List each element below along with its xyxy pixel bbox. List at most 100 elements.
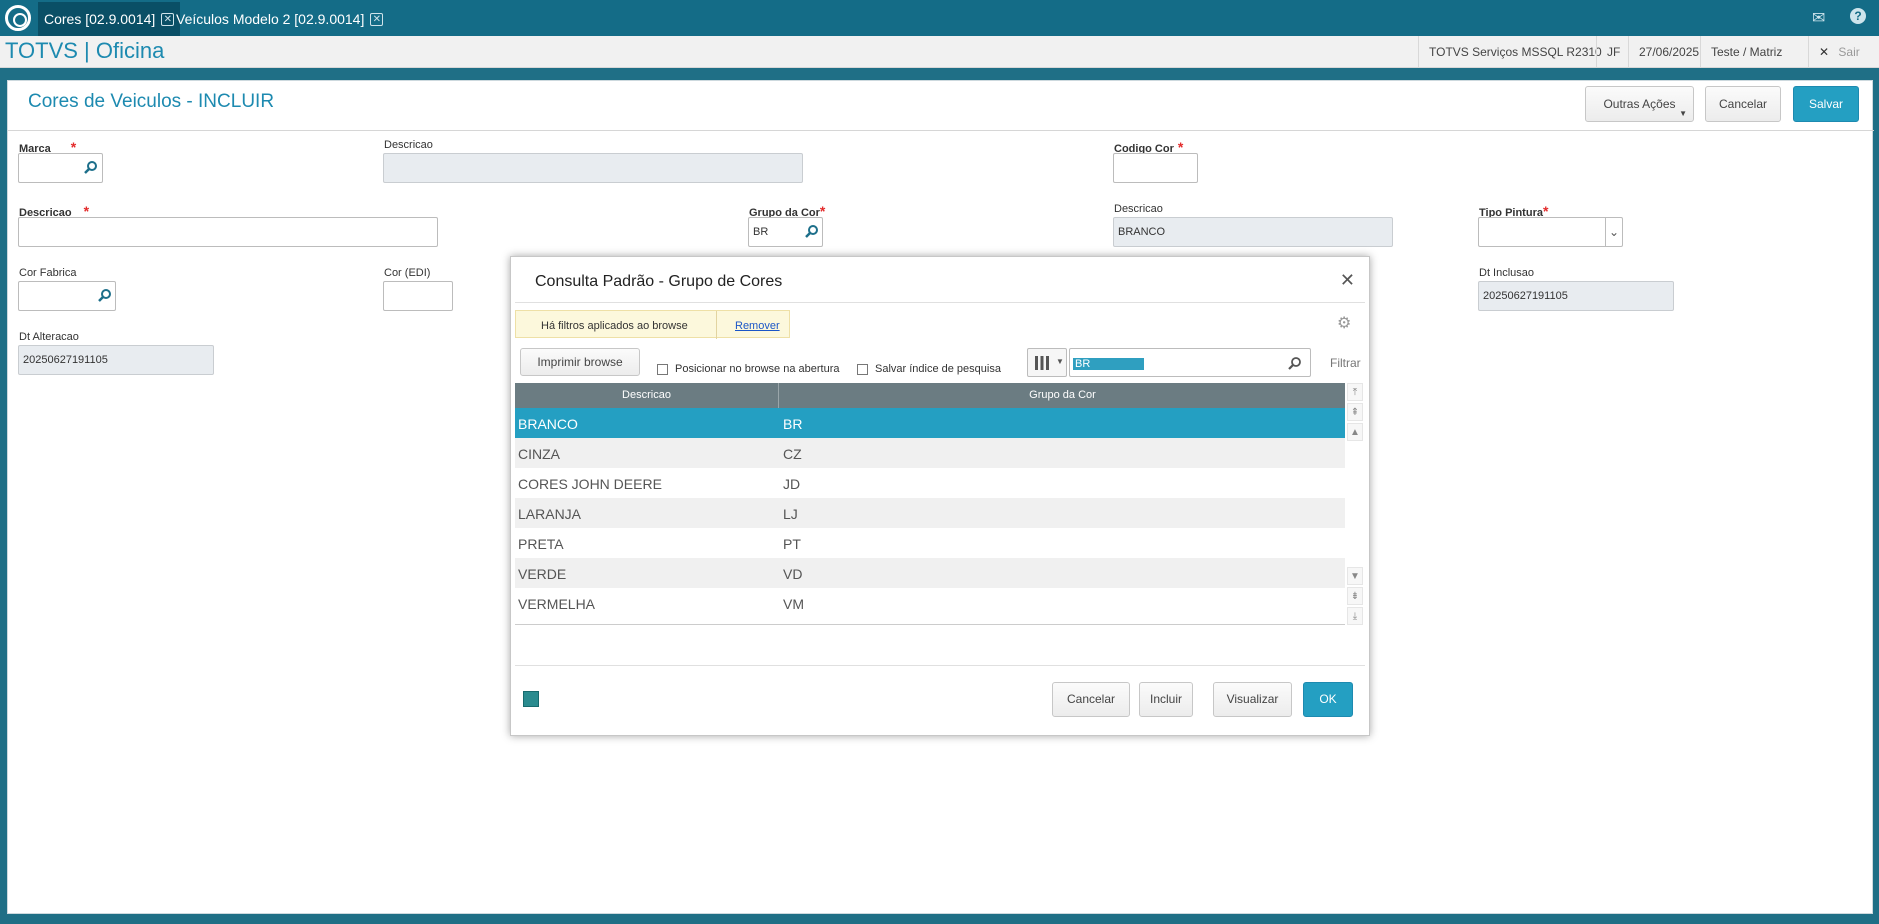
table-scrollbar[interactable]: ⤒ ⇞ ▲ ▼ ⇟ ⤓ bbox=[1347, 383, 1363, 625]
chevron-down-icon: ▼ bbox=[1679, 109, 1687, 118]
column-selector[interactable]: ▼ bbox=[1027, 348, 1067, 377]
checkbox-box[interactable] bbox=[857, 363, 868, 375]
checkbox-box[interactable] bbox=[657, 363, 668, 375]
table-row[interactable]: VERMELHA VM bbox=[515, 588, 1345, 618]
cell-grupo: CZ bbox=[783, 446, 802, 462]
scroll-page-up-button[interactable]: ⇞ bbox=[1347, 403, 1363, 421]
divider bbox=[716, 311, 717, 339]
search-icon[interactable] bbox=[98, 288, 112, 302]
dialog-visualizar-button[interactable]: Visualizar bbox=[1213, 682, 1292, 717]
cell-grupo: JD bbox=[783, 476, 801, 492]
marca-descricao-label: Descricao bbox=[384, 139, 433, 151]
totvs-logo-icon[interactable] bbox=[5, 5, 31, 31]
dt-inclusao-label: Dt Inclusao bbox=[1479, 267, 1535, 279]
search-icon[interactable] bbox=[1288, 356, 1302, 370]
cell-descricao: CINZA bbox=[518, 446, 560, 462]
search-input[interactable]: BR bbox=[1069, 348, 1311, 377]
search-icon[interactable] bbox=[805, 224, 819, 238]
search-icon[interactable] bbox=[84, 160, 98, 174]
search-value: BR bbox=[1073, 358, 1144, 370]
legend-icon[interactable] bbox=[523, 691, 539, 707]
date-info: 27/06/2025 bbox=[1628, 36, 1709, 68]
filtrar-button[interactable]: Filtrar bbox=[1330, 356, 1361, 370]
cor-edi-label: Cor (EDI) bbox=[384, 267, 431, 279]
table-row[interactable]: BRANCO BR bbox=[515, 408, 1345, 438]
dt-alteracao-label: Dt Alteracao bbox=[19, 331, 79, 343]
column-header-descricao[interactable]: Descricao bbox=[515, 383, 779, 408]
filter-notice: Há filtros aplicados ao browse Remover bbox=[515, 310, 790, 339]
gear-icon[interactable]: ⚙ bbox=[1337, 313, 1351, 333]
dt-alteracao-field: 20250627191105 bbox=[18, 345, 214, 375]
app-header: TOTVS | Oficina TOTVS Serviços MSSQL R23… bbox=[0, 36, 1879, 68]
cor-fabrica-label: Cor Fabrica bbox=[19, 267, 77, 279]
outras-acoes-button[interactable]: Outras Ações ▼ bbox=[1585, 86, 1694, 122]
app-title: TOTVS | Oficina bbox=[5, 38, 165, 63]
consulta-padrao-dialog: Consulta Padrão - Grupo de Cores ✕ Há fi… bbox=[510, 256, 1370, 736]
tab-label: Cores [02.9.0014] bbox=[44, 11, 156, 27]
results-table: Descricao Grupo da Cor BRANCO BR CINZA CZ … bbox=[515, 383, 1345, 625]
dialog-incluir-button[interactable]: Incluir bbox=[1139, 682, 1193, 717]
cell-grupo: BR bbox=[783, 416, 803, 432]
help-icon[interactable]: ? bbox=[1850, 8, 1866, 24]
close-icon[interactable]: ✕ bbox=[370, 12, 384, 26]
cancel-button[interactable]: Cancelar bbox=[1705, 86, 1781, 122]
cell-grupo: PT bbox=[783, 536, 801, 552]
table-header: Descricao Grupo da Cor bbox=[515, 383, 1345, 408]
column-header-grupo[interactable]: Grupo da Cor bbox=[780, 383, 1345, 408]
posicionar-label: Posicionar no browse na abertura bbox=[675, 363, 840, 375]
form-header: Cores de Veiculos - INCLUIR Outras Ações… bbox=[8, 81, 1874, 131]
scroll-bottom-button[interactable]: ⤓ bbox=[1347, 607, 1363, 625]
dt-inclusao-field: 20250627191105 bbox=[1478, 281, 1674, 311]
columns-icon bbox=[1035, 356, 1049, 370]
divider bbox=[515, 302, 1365, 303]
cell-descricao: VERMELHA bbox=[518, 596, 596, 612]
cell-grupo: VD bbox=[783, 566, 803, 582]
imprimir-browse-button[interactable]: Imprimir browse bbox=[520, 348, 640, 376]
table-row[interactable]: CORES JOHN DEERE JD bbox=[515, 468, 1345, 498]
table-row[interactable]: CINZA CZ bbox=[515, 438, 1345, 468]
tab-cores[interactable]: Cores [02.9.0014] ✕ bbox=[38, 2, 181, 36]
codigo-cor-input[interactable] bbox=[1113, 153, 1198, 183]
dialog-ok-button[interactable]: OK bbox=[1303, 682, 1353, 717]
remover-link[interactable]: Remover bbox=[735, 320, 780, 332]
salvar-indice-label: Salvar índice de pesquisa bbox=[875, 363, 1001, 375]
table-row[interactable]: LARANJA LJ bbox=[515, 498, 1345, 528]
cell-descricao: CORES JOHN DEERE bbox=[518, 476, 662, 492]
branch-info: Teste / Matriz bbox=[1700, 36, 1792, 68]
table-row[interactable]: VERDE VD bbox=[515, 558, 1345, 588]
outras-acoes-label: Outras Ações bbox=[1603, 97, 1676, 111]
cell-descricao: BRANCO bbox=[518, 416, 578, 432]
chevron-down-icon: ▼ bbox=[1056, 357, 1064, 366]
dialog-title: Consulta Padrão - Grupo de Cores bbox=[535, 273, 783, 290]
scroll-up-button[interactable]: ▲ bbox=[1347, 423, 1363, 441]
divider bbox=[515, 665, 1365, 666]
mail-icon[interactable]: ✉ bbox=[1812, 8, 1825, 28]
cell-grupo: VM bbox=[783, 596, 804, 612]
logout-button[interactable]: ✕ Sair bbox=[1808, 36, 1879, 68]
scroll-top-button[interactable]: ⤒ bbox=[1347, 383, 1363, 401]
grupo-descricao-field: BRANCO bbox=[1113, 217, 1393, 247]
scroll-down-button[interactable]: ▼ bbox=[1347, 567, 1363, 585]
page-title: Cores de Veiculos - INCLUIR bbox=[28, 91, 275, 112]
descricao-input[interactable] bbox=[18, 217, 438, 247]
tab-veiculos-modelo[interactable]: Veículos Modelo 2 [02.9.0014] ✕ bbox=[170, 2, 389, 36]
dialog-cancel-button[interactable]: Cancelar bbox=[1052, 682, 1130, 717]
close-icon: ✕ bbox=[1819, 45, 1830, 59]
logout-label: Sair bbox=[1838, 45, 1860, 59]
tipo-pintura-select[interactable] bbox=[1478, 217, 1623, 247]
close-icon[interactable]: ✕ bbox=[1340, 270, 1355, 291]
tab-label: Veículos Modelo 2 [02.9.0014] bbox=[176, 11, 365, 27]
filter-notice-text: Há filtros aplicados ao browse bbox=[541, 320, 688, 332]
save-button[interactable]: Salvar bbox=[1793, 86, 1859, 122]
user-info: JF bbox=[1596, 36, 1630, 68]
cor-edi-input[interactable] bbox=[383, 281, 453, 311]
salvar-indice-checkbox[interactable]: Salvar índice de pesquisa bbox=[857, 363, 1001, 375]
posicionar-checkbox[interactable]: Posicionar no browse na abertura bbox=[657, 363, 839, 375]
cell-descricao: VERDE bbox=[518, 566, 567, 582]
cell-descricao: LARANJA bbox=[518, 506, 582, 522]
table-row[interactable]: PRETA PT bbox=[515, 528, 1345, 558]
grupo-descricao-label: Descricao bbox=[1114, 203, 1163, 215]
marca-descricao-field bbox=[383, 153, 803, 183]
chevron-down-icon[interactable]: ⌄ bbox=[1605, 218, 1622, 246]
scroll-page-down-button[interactable]: ⇟ bbox=[1347, 587, 1363, 605]
